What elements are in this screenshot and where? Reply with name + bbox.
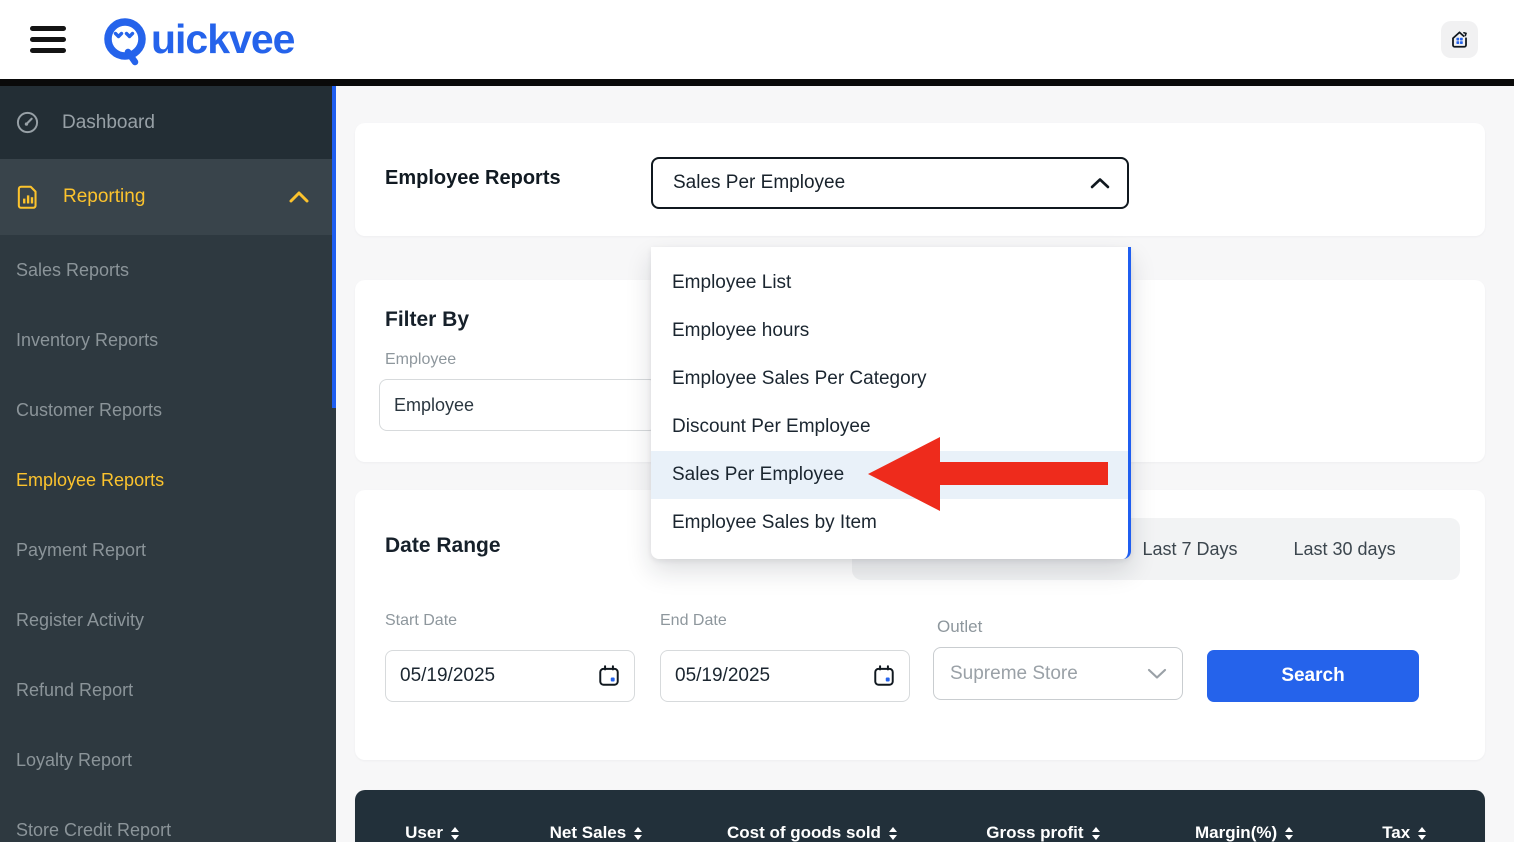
- table-header-user[interactable]: User: [365, 823, 499, 842]
- dropdown-option-discount-per-employee[interactable]: Discount Per Employee: [651, 403, 1128, 451]
- sidebar-item-label: Customer Reports: [16, 400, 162, 421]
- sidebar-item-inventory-reports[interactable]: Inventory Reports: [0, 305, 336, 375]
- reporting-submenu: Sales Reports Inventory Reports Customer…: [0, 235, 336, 842]
- logo-q-icon: [102, 14, 150, 66]
- home-grid-icon: [1449, 29, 1470, 50]
- dropdown-option-employee-list[interactable]: Employee List: [651, 259, 1128, 307]
- end-date-input[interactable]: [675, 665, 825, 687]
- sort-icon: [634, 827, 642, 840]
- report-type-value: Sales Per Employee: [673, 172, 1089, 194]
- quick-range-last-7-days[interactable]: Last 7 Days: [1142, 539, 1237, 560]
- dropdown-option-label: Employee hours: [672, 320, 809, 342]
- dropdown-option-employee-hours[interactable]: Employee hours: [651, 307, 1128, 355]
- column-label: Gross profit: [986, 823, 1083, 842]
- outlet-label: Outlet: [937, 617, 982, 637]
- start-date-label: Start Date: [385, 612, 457, 630]
- table-header-margin[interactable]: Margin(%): [1155, 823, 1334, 842]
- chevron-up-icon: [288, 190, 310, 204]
- column-label: Cost of goods sold: [727, 823, 881, 842]
- dropdown-option-label: Employee List: [672, 272, 791, 294]
- main-content: Employee Reports Sales Per Employee Empl…: [336, 86, 1514, 842]
- dropdown-option-label: Employee Sales Per Category: [672, 368, 927, 390]
- hamburger-menu-icon[interactable]: [30, 25, 68, 55]
- outlet-select[interactable]: Supreme Store: [933, 647, 1183, 700]
- home-apps-button[interactable]: [1441, 21, 1478, 58]
- sidebar-item-label: Reporting: [63, 186, 288, 208]
- sidebar-item-label: Payment Report: [16, 540, 146, 561]
- sidebar-item-refund-report[interactable]: Refund Report: [0, 655, 336, 725]
- sidebar-item-label: Sales Reports: [16, 260, 129, 281]
- sidebar-item-label: Store Credit Report: [16, 820, 171, 841]
- sidebar-item-register-activity[interactable]: Register Activity: [0, 585, 336, 655]
- sort-icon: [451, 827, 459, 840]
- column-label: Margin(%): [1195, 823, 1277, 842]
- sidebar-item-label: Refund Report: [16, 680, 133, 701]
- dashboard-gauge-icon: [15, 110, 40, 135]
- sidebar: Dashboard Reporting Sales Reports Invent…: [0, 86, 336, 842]
- chevron-up-icon: [1089, 176, 1111, 190]
- employee-reports-label: Employee Reports: [385, 167, 561, 190]
- calendar-icon[interactable]: [597, 664, 621, 688]
- table-header-cost-of-goods-sold[interactable]: Cost of goods sold: [693, 823, 931, 842]
- top-bar: uickvee: [0, 0, 1514, 79]
- dropdown-option-label: Discount Per Employee: [672, 416, 871, 438]
- table-header-row: User Net Sales Cost of goods sold Gross …: [355, 790, 1485, 842]
- sort-icon: [1092, 827, 1100, 840]
- sidebar-item-label: Loyalty Report: [16, 750, 132, 771]
- sidebar-item-sales-reports[interactable]: Sales Reports: [0, 235, 336, 305]
- employee-input[interactable]: [379, 379, 657, 431]
- dropdown-option-sales-per-employee[interactable]: Sales Per Employee: [651, 451, 1128, 499]
- table-header-gross-profit[interactable]: Gross profit: [931, 823, 1154, 842]
- outlet-value: Supreme Store: [950, 663, 1146, 685]
- logo-text: uickvee: [151, 16, 294, 63]
- quick-range-last-30-days[interactable]: Last 30 days: [1294, 539, 1396, 560]
- header-divider: [0, 79, 1514, 86]
- sort-icon: [1418, 827, 1426, 840]
- dropdown-option-employee-sales-per-category[interactable]: Employee Sales Per Category: [651, 355, 1128, 403]
- start-date-input[interactable]: [400, 665, 550, 687]
- dropdown-option-label: Employee Sales by Item: [672, 512, 877, 534]
- sidebar-item-loyalty-report[interactable]: Loyalty Report: [0, 725, 336, 795]
- column-label: Net Sales: [550, 823, 627, 842]
- sidebar-item-label: Employee Reports: [16, 470, 164, 491]
- table-header-tax[interactable]: Tax: [1333, 823, 1475, 842]
- table-header-net-sales[interactable]: Net Sales: [499, 823, 693, 842]
- dropdown-option-employee-sales-by-item[interactable]: Employee Sales by Item: [651, 499, 1128, 547]
- column-label: Tax: [1382, 823, 1410, 842]
- calendar-icon[interactable]: [872, 664, 896, 688]
- sidebar-item-customer-reports[interactable]: Customer Reports: [0, 375, 336, 445]
- sidebar-item-store-credit-report[interactable]: Store Credit Report: [0, 795, 336, 842]
- sort-icon: [1285, 827, 1293, 840]
- sidebar-item-label: Dashboard: [62, 112, 310, 134]
- date-range-title: Date Range: [385, 534, 501, 558]
- sidebar-item-payment-report[interactable]: Payment Report: [0, 515, 336, 585]
- report-type-select[interactable]: Sales Per Employee: [651, 157, 1129, 209]
- search-button[interactable]: Search: [1207, 650, 1419, 702]
- sort-icon: [889, 827, 897, 840]
- start-date-field: [385, 650, 635, 702]
- filter-by-title: Filter By: [385, 308, 469, 332]
- sidebar-item-dashboard[interactable]: Dashboard: [0, 86, 336, 159]
- employee-reports-card: Employee Reports Sales Per Employee Empl…: [355, 123, 1485, 236]
- sidebar-item-label: Register Activity: [16, 610, 144, 631]
- end-date-field: [660, 650, 910, 702]
- report-type-dropdown: Employee List Employee hours Employee Sa…: [651, 247, 1131, 559]
- sidebar-item-employee-reports[interactable]: Employee Reports: [0, 445, 336, 515]
- dropdown-option-label: Sales Per Employee: [672, 464, 844, 486]
- app-screen: uickvee Dashboard: [0, 0, 1514, 842]
- results-table-card: User Net Sales Cost of goods sold Gross …: [355, 790, 1485, 842]
- sidebar-item-reporting[interactable]: Reporting: [0, 159, 336, 235]
- sidebar-item-label: Inventory Reports: [16, 330, 158, 351]
- quick-range-label: Last 30 days: [1294, 539, 1396, 560]
- chevron-down-icon: [1146, 667, 1168, 681]
- quickvee-logo[interactable]: uickvee: [102, 14, 294, 66]
- column-label: User: [405, 823, 443, 842]
- end-date-label: End Date: [660, 612, 727, 630]
- reporting-report-icon: [15, 183, 41, 211]
- employee-field-label: Employee: [385, 351, 456, 369]
- quick-range-label: Last 7 Days: [1142, 539, 1237, 560]
